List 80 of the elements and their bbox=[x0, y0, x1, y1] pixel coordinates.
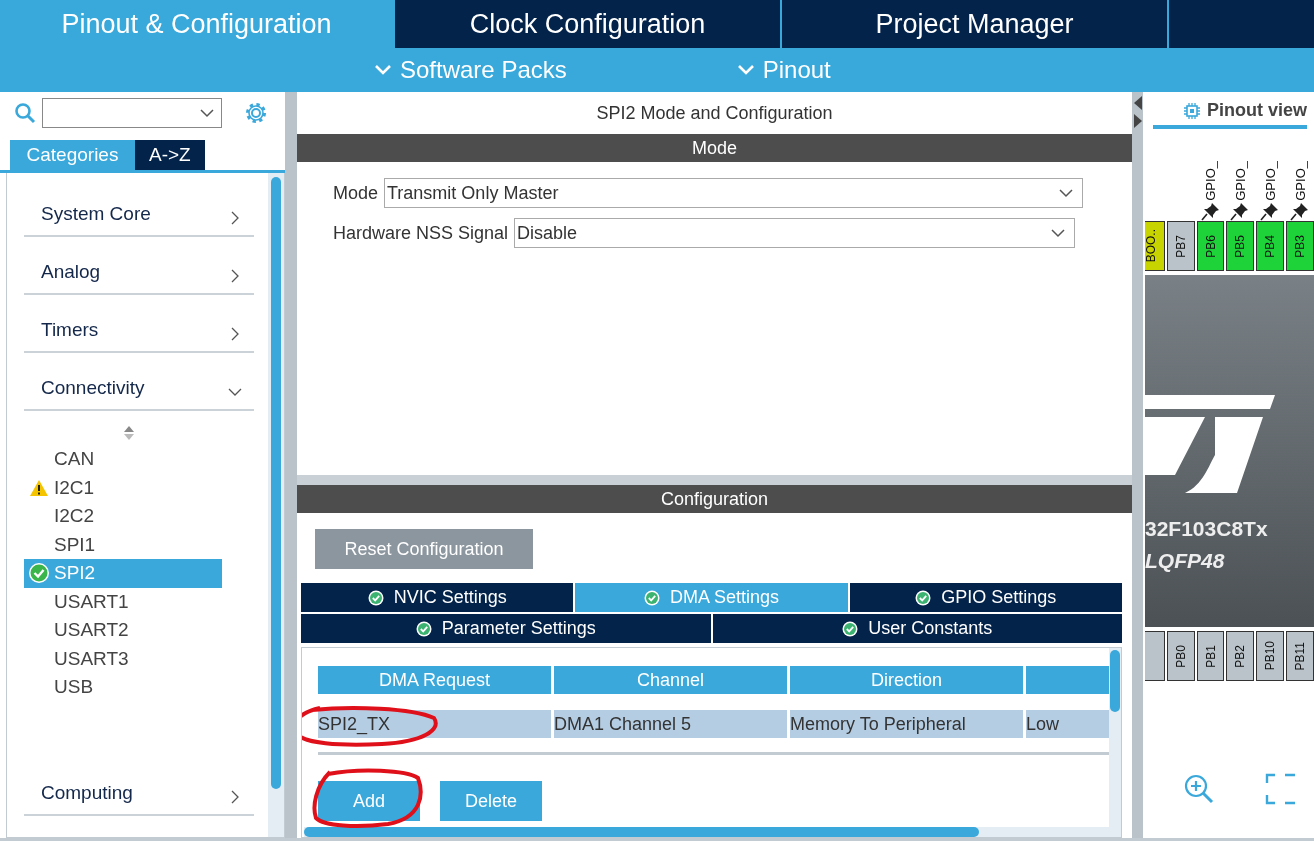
settings-tab[interactable]: GPIO Settings bbox=[849, 583, 1122, 612]
pin[interactable]: PB4 bbox=[1256, 221, 1285, 271]
table-cell: Memory To Peripheral bbox=[790, 710, 1023, 738]
category-item[interactable]: Timers bbox=[24, 295, 254, 353]
category-item[interactable]: Computing bbox=[24, 757, 254, 816]
table-cell: DMA1 Channel 5 bbox=[554, 710, 787, 738]
sort-icon[interactable] bbox=[123, 425, 135, 441]
chevron-down-icon bbox=[736, 64, 755, 76]
peripheral-item[interactable]: USB bbox=[24, 673, 222, 702]
field-label: Hardware NSS Signal bbox=[333, 222, 509, 244]
pin[interactable]: PB7 bbox=[1166, 221, 1195, 271]
pin[interactable]: PB1 bbox=[1196, 631, 1225, 681]
dropdown-field[interactable]: Disable bbox=[514, 218, 1076, 248]
chevron-down-icon bbox=[199, 108, 215, 118]
pushpin-icon bbox=[1230, 201, 1251, 221]
main-tab[interactable]: Clock Configuration bbox=[395, 0, 782, 48]
zoom-in-icon[interactable] bbox=[1183, 773, 1215, 805]
expand-right-icon[interactable] bbox=[1132, 114, 1143, 128]
panel-title: SPI2 Mode and Configuration bbox=[595, 101, 834, 125]
check-circle-icon bbox=[842, 620, 859, 637]
peripheral-item[interactable]: I2C2 bbox=[24, 502, 222, 531]
column-header: Channel bbox=[554, 666, 787, 694]
scrollbar-thumb[interactable] bbox=[304, 827, 979, 837]
settings-icon[interactable] bbox=[244, 101, 268, 125]
signal-label: GPIO_ bbox=[1232, 161, 1248, 201]
view-tab[interactable]: A->Z bbox=[135, 140, 205, 170]
pin[interactable]: PB10 bbox=[1256, 631, 1285, 681]
pin[interactable]: PB11 bbox=[1286, 631, 1314, 681]
pin[interactable]: PB5 bbox=[1226, 221, 1255, 271]
category-item[interactable]: System Core bbox=[24, 179, 254, 237]
pushpin-icon bbox=[1260, 201, 1281, 221]
chip-name: 32F103C8Tx bbox=[1145, 517, 1269, 541]
signal-label: GPIO_ bbox=[1262, 161, 1278, 201]
search-field[interactable] bbox=[42, 98, 222, 128]
check-circle-icon bbox=[643, 589, 660, 606]
table-cell: SPI2_TX bbox=[318, 710, 551, 738]
pushpin-icon bbox=[1290, 201, 1311, 221]
pinout-view-tab[interactable]: Pinout view bbox=[1153, 100, 1307, 129]
settings-tab[interactable]: NVIC Settings bbox=[301, 583, 574, 612]
chevron-down-icon bbox=[1058, 188, 1075, 198]
column-header: Direction bbox=[790, 666, 1023, 694]
peripheral-item[interactable]: USART2 bbox=[24, 616, 222, 645]
scrollbar-thumb[interactable] bbox=[271, 177, 281, 789]
check-circle-icon bbox=[28, 562, 50, 585]
check-circle-icon bbox=[367, 589, 384, 606]
pin[interactable]: PB3 bbox=[1286, 221, 1314, 271]
settings-tab[interactable]: Parameter Settings bbox=[301, 614, 711, 643]
fit-screen-icon[interactable] bbox=[1265, 773, 1295, 805]
chevron-down-icon bbox=[374, 64, 392, 76]
pin[interactable]: PB6 bbox=[1196, 221, 1225, 271]
column-header: DMA Request bbox=[318, 666, 551, 694]
signal-label: GPIO_ bbox=[1292, 161, 1308, 201]
pin[interactable]: PB0 bbox=[1166, 631, 1195, 681]
pin[interactable] bbox=[1145, 631, 1165, 681]
pushpin-icon bbox=[1200, 201, 1221, 221]
package-name: LQFP48 bbox=[1145, 549, 1226, 573]
field-label: Mode bbox=[333, 182, 379, 204]
section-header: Mode bbox=[297, 134, 1132, 162]
pin[interactable]: PB2 bbox=[1226, 631, 1255, 681]
chip-icon bbox=[1183, 101, 1201, 120]
peripheral-item[interactable]: USART1 bbox=[24, 587, 222, 616]
table-cell: Low bbox=[1026, 710, 1109, 738]
check-circle-icon bbox=[915, 589, 932, 606]
dropdown-field[interactable]: Transmit Only Master bbox=[384, 178, 1084, 208]
category-item[interactable]: Connectivity bbox=[24, 353, 254, 411]
chevron-down-icon bbox=[1050, 228, 1067, 238]
warning-icon bbox=[29, 478, 49, 497]
signal-label: GPIO_ bbox=[1203, 161, 1219, 201]
peripheral-item[interactable]: CAN bbox=[24, 445, 222, 474]
peripheral-item[interactable]: I2C1 bbox=[24, 473, 222, 502]
scrollbar-thumb[interactable] bbox=[1110, 650, 1120, 712]
collapse-left-icon[interactable] bbox=[1132, 96, 1143, 110]
main-tab[interactable]: Project Manager bbox=[782, 0, 1169, 48]
section-header: Configuration bbox=[297, 485, 1132, 513]
peripheral-item[interactable]: SPI1 bbox=[24, 530, 222, 559]
check-circle-icon bbox=[415, 620, 432, 637]
peripheral-item[interactable]: USART3 bbox=[24, 644, 222, 673]
category-item[interactable]: Analog bbox=[24, 237, 254, 295]
search-icon[interactable] bbox=[14, 102, 36, 124]
settings-tab[interactable]: User Constants bbox=[712, 614, 1122, 643]
